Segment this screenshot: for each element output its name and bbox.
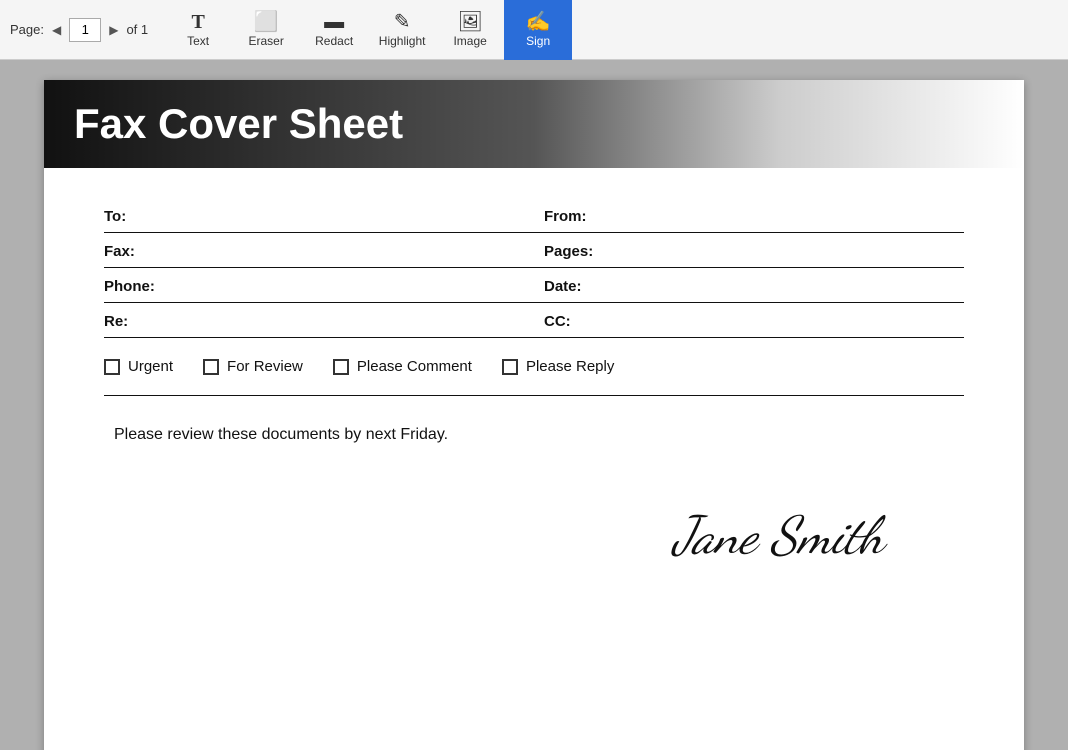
sign-tool-label: Sign — [526, 34, 550, 48]
image-tool-button[interactable]: 🖼 Image — [436, 0, 504, 60]
to-cell: To: — [104, 198, 544, 232]
page-number-input[interactable] — [69, 18, 101, 42]
fax-cell: Fax: — [104, 233, 544, 267]
text-tool-button[interactable]: T Text — [164, 0, 232, 60]
redact-tool-button[interactable]: ▬ Redact — [300, 0, 368, 60]
re-label: Re: — [104, 313, 128, 330]
image-tool-label: Image — [453, 34, 486, 48]
body-text: Please review these documents by next Fr… — [104, 426, 964, 444]
urgent-checkbox-item: Urgent — [104, 358, 173, 375]
please-comment-checkbox-item: Please Comment — [333, 358, 472, 375]
fax-title: Fax Cover Sheet — [74, 100, 994, 148]
section-divider — [104, 395, 964, 396]
sign-tool-button[interactable]: ✍ Sign — [504, 0, 572, 60]
please-reply-checkbox-item: Please Reply — [502, 358, 614, 375]
highlight-icon: ✎ — [394, 12, 411, 32]
eraser-tool-label: Eraser — [248, 34, 283, 48]
phone-label: Phone: — [104, 278, 155, 295]
toolbar: Page: ◀ ▶ of 1 T Text ⬜ Eraser ▬ Redact … — [0, 0, 1068, 60]
page-total: of 1 — [126, 22, 148, 37]
cc-cell: CC: — [544, 303, 964, 337]
for-review-checkbox-item: For Review — [203, 358, 303, 375]
re-cc-row: Re: CC: — [104, 303, 964, 338]
fax-body: To: From: Fax: Pages: Phone: — [44, 188, 1024, 607]
highlight-tool-button[interactable]: ✎ Highlight — [368, 0, 436, 60]
please-reply-label: Please Reply — [526, 358, 614, 375]
for-review-label: For Review — [227, 358, 303, 375]
document: Fax Cover Sheet To: From: Fax: Pages: — [44, 80, 1024, 750]
to-from-row: To: From: — [104, 198, 964, 233]
text-tool-label: Text — [187, 34, 209, 48]
phone-cell: Phone: — [104, 268, 544, 302]
please-comment-checkbox[interactable] — [333, 359, 349, 375]
page-label: Page: — [10, 22, 44, 37]
main-area: Fax Cover Sheet To: From: Fax: Pages: — [0, 60, 1068, 750]
phone-date-row: Phone: Date: — [104, 268, 964, 303]
sign-icon: ✍ — [526, 12, 551, 32]
signature: Jane Smith — [673, 504, 884, 567]
signature-area: Jane Smith — [104, 504, 964, 567]
page-prev-button[interactable]: ◀ — [48, 21, 65, 39]
text-icon: T — [191, 12, 204, 32]
pages-cell: Pages: — [544, 233, 964, 267]
fax-header: Fax Cover Sheet — [44, 80, 1024, 168]
fax-pages-row: Fax: Pages: — [104, 233, 964, 268]
urgent-checkbox[interactable] — [104, 359, 120, 375]
page-control: Page: ◀ ▶ of 1 — [10, 18, 148, 42]
redact-icon: ▬ — [324, 12, 344, 32]
checkbox-row: Urgent For Review Please Comment Please … — [104, 338, 964, 385]
image-icon: 🖼 — [457, 12, 482, 32]
from-label: From: — [544, 208, 587, 225]
re-cell: Re: — [104, 303, 544, 337]
for-review-checkbox[interactable] — [203, 359, 219, 375]
please-reply-checkbox[interactable] — [502, 359, 518, 375]
page-next-button[interactable]: ▶ — [105, 21, 122, 39]
eraser-tool-button[interactable]: ⬜ Eraser — [232, 0, 300, 60]
to-label: To: — [104, 208, 126, 225]
redact-tool-label: Redact — [315, 34, 353, 48]
fax-label: Fax: — [104, 243, 135, 260]
urgent-label: Urgent — [128, 358, 173, 375]
cc-label: CC: — [544, 313, 571, 330]
pages-label: Pages: — [544, 243, 593, 260]
date-label: Date: — [544, 278, 582, 295]
from-cell: From: — [544, 198, 964, 232]
eraser-icon: ⬜ — [254, 12, 279, 32]
please-comment-label: Please Comment — [357, 358, 472, 375]
highlight-tool-label: Highlight — [379, 34, 426, 48]
date-cell: Date: — [544, 268, 964, 302]
